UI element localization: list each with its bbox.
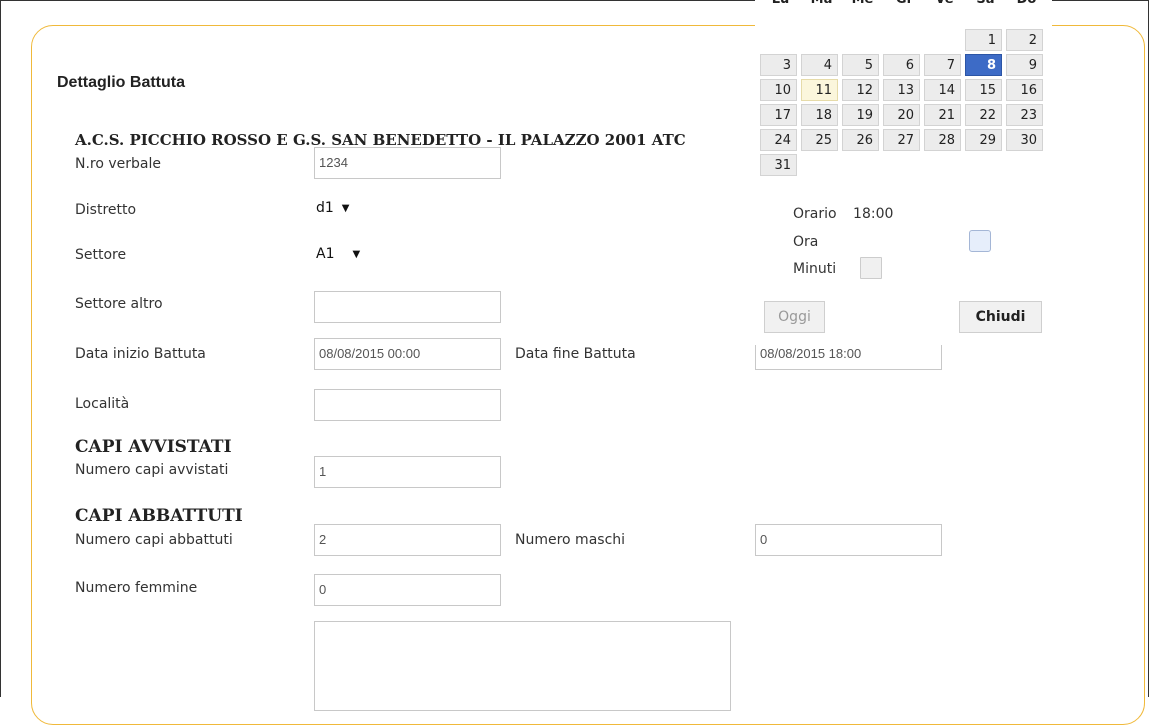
settore-altro-input[interactable] (314, 291, 501, 323)
calendar-day[interactable]: 6 (883, 54, 920, 76)
calendar-day[interactable]: 13 (883, 79, 920, 101)
distretto-select[interactable]: d1 ▼ (316, 200, 350, 216)
notes-textarea[interactable] (314, 621, 731, 711)
calendar-day[interactable]: 21 (924, 104, 961, 126)
settore-value: A1 (316, 246, 335, 262)
weekday-label: Lu (760, 0, 801, 7)
settore-select[interactable]: A1 ▼ (316, 246, 360, 262)
capi-abbattuti-heading: CAPI ABBATTUTI (75, 506, 243, 526)
calendar-day[interactable]: 29 (965, 129, 1002, 151)
data-inizio-input[interactable]: 08/08/2015 00:00 (314, 338, 501, 370)
calendar-day[interactable]: 25 (801, 129, 838, 151)
hour-label: Ora (793, 234, 819, 250)
calendar-day[interactable]: 12 (842, 79, 879, 101)
data-fine-label: Data fine Battuta (515, 346, 636, 362)
calendar-day[interactable]: 14 (924, 79, 961, 101)
calendar-day[interactable]: 23 (1006, 104, 1043, 126)
weekday-label: Sa (965, 0, 1006, 7)
calendar-day[interactable]: 1 (965, 29, 1002, 51)
page-title: Dettaglio Battuta (57, 74, 185, 91)
calendar-day[interactable]: 10 (760, 79, 797, 101)
calendar-day[interactable]: 16 (1006, 79, 1043, 101)
time-label: Orario (793, 206, 837, 222)
calendar-day[interactable]: 22 (965, 104, 1002, 126)
calendar-day[interactable]: 19 (842, 104, 879, 126)
dropdown-arrow-icon: ▼ (352, 248, 361, 260)
numero-capi-abbattuti-label: Numero capi abbattuti (75, 532, 233, 548)
datetime-picker-popup: LuMaMeGiVeSaDo 1234567891011121314151617… (755, 0, 1052, 345)
calendar-day[interactable]: 8 (965, 54, 1002, 76)
calendar-day[interactable]: 24 (760, 129, 797, 151)
calendar-day[interactable]: 2 (1006, 29, 1043, 51)
weekday-label: Me (842, 0, 883, 7)
numero-maschi-label: Numero maschi (515, 532, 626, 548)
capi-avvistati-heading: CAPI AVVISTATI (75, 437, 232, 457)
calendar-day[interactable]: 5 (842, 54, 879, 76)
numero-maschi-input[interactable]: 0 (755, 524, 942, 556)
close-button[interactable]: Chiudi (959, 301, 1042, 333)
calendar-day[interactable]: 7 (924, 54, 961, 76)
localita-label: Località (75, 396, 130, 412)
time-value: 18:00 (853, 206, 894, 222)
numero-capi-avvistati-label: Numero capi avvistati (75, 462, 229, 478)
data-inizio-label: Data inizio Battuta (75, 346, 206, 362)
numero-capi-abbattuti-input[interactable]: 2 (314, 524, 501, 556)
minute-label: Minuti (793, 261, 837, 277)
distretto-label: Distretto (75, 202, 137, 218)
calendar-day[interactable]: 18 (801, 104, 838, 126)
calendar-day[interactable]: 31 (760, 154, 797, 176)
numero-femmine-input[interactable]: 0 (314, 574, 501, 606)
calendar-day[interactable]: 4 (801, 54, 838, 76)
numero-capi-avvistati-input[interactable]: 1 (314, 456, 501, 488)
calendar-day[interactable]: 15 (965, 79, 1002, 101)
weekday-label: Ve (924, 0, 965, 7)
weekday-label: Do (1006, 0, 1047, 7)
localita-input[interactable] (314, 389, 501, 421)
calendar-day[interactable]: 3 (760, 54, 797, 76)
calendar-day[interactable]: 17 (760, 104, 797, 126)
settore-altro-label: Settore altro (75, 296, 163, 312)
calendar-day[interactable]: 27 (883, 129, 920, 151)
weekday-header: LuMaMeGiVeSaDo (760, 0, 1047, 7)
calendar-day[interactable]: 20 (883, 104, 920, 126)
calendar-day[interactable]: 11 (801, 79, 838, 101)
verbale-input[interactable]: 1234 (314, 147, 501, 179)
verbale-label: N.ro verbale (75, 156, 162, 172)
weekday-label: Gi (883, 0, 924, 7)
dropdown-arrow-icon: ▼ (341, 202, 350, 214)
today-button[interactable]: Oggi (764, 301, 825, 333)
minute-slider-handle[interactable] (860, 257, 882, 279)
calendar-day[interactable]: 26 (842, 129, 879, 151)
weekday-label: Ma (801, 0, 842, 7)
calendar-day[interactable]: 30 (1006, 129, 1043, 151)
calendar-day[interactable]: 28 (924, 129, 961, 151)
time-readout: Orario 18:00 (793, 206, 893, 222)
calendar-day[interactable]: 9 (1006, 54, 1043, 76)
numero-femmine-label: Numero femmine (75, 580, 198, 596)
settore-label: Settore (75, 247, 127, 263)
hour-slider-handle[interactable] (969, 230, 992, 252)
distretto-value: d1 (316, 200, 334, 216)
